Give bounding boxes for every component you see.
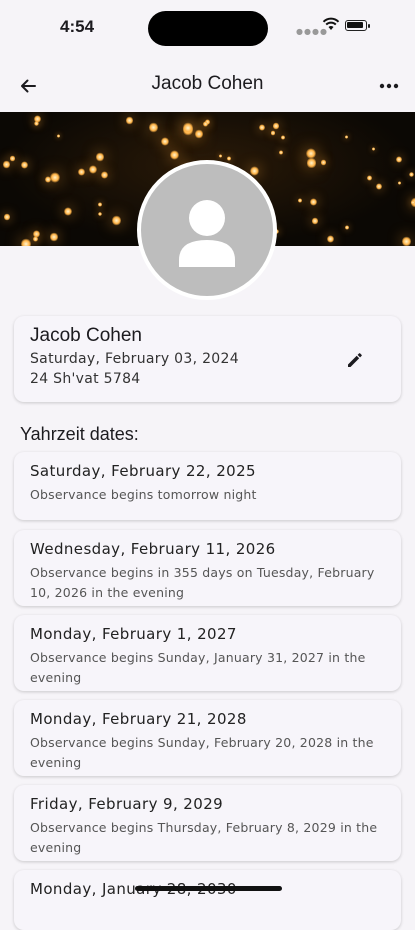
candle-light (218, 154, 223, 158)
candle-light (34, 121, 39, 127)
more-options-button[interactable] (375, 72, 403, 100)
yahrzeit-date: Saturday, February 22, 2025 (30, 462, 256, 480)
candle-light (33, 236, 38, 242)
candle-light (258, 123, 265, 131)
battery-tip (368, 24, 370, 28)
yahrzeit-card[interactable]: Wednesday, February 11, 2026 Observance … (14, 530, 401, 606)
dynamic-island (148, 11, 268, 46)
candle-light (396, 155, 403, 163)
candle-light (21, 161, 28, 169)
app-bar: Jacob Cohen (0, 62, 415, 108)
status-time: 4:54 (60, 17, 95, 36)
edit-button[interactable] (343, 348, 367, 372)
yahrzeit-date: Monday, February 1, 2027 (30, 625, 237, 643)
candle-light (326, 234, 334, 243)
candle-light (161, 136, 170, 146)
candle-light (311, 216, 318, 225)
candle-light (278, 149, 283, 155)
page-title: Jacob Cohen (151, 73, 264, 94)
candle-light (101, 171, 108, 180)
candle-light (306, 157, 317, 169)
profile-card: Jacob Cohen Saturday, February 03, 2024 … (14, 316, 401, 402)
yahrzeit-card[interactable]: Friday, February 9, 2029 Observance begi… (14, 785, 401, 861)
yahrzeit-card[interactable]: Saturday, February 22, 2025 Observance b… (14, 452, 401, 520)
candle-light (250, 165, 259, 176)
candle-light (202, 120, 209, 128)
yahrzeit-observance: Observance begins Thursday, February 8, … (30, 820, 378, 855)
candle-light (344, 224, 349, 230)
gregorian-date: Saturday, February 03, 2024 (30, 351, 239, 367)
yahrzeit-card[interactable]: Monday, February 1, 2027 Observance begi… (14, 615, 401, 691)
candle-light (297, 197, 303, 204)
more-horizontal-icon (379, 83, 399, 89)
candle-light (56, 134, 60, 138)
candle-light (409, 171, 414, 178)
candle-light (398, 180, 402, 185)
yahrzeit-observance: Observance begins tomorrow night (30, 487, 257, 502)
pencil-icon (348, 353, 362, 367)
home-indicator[interactable] (135, 886, 282, 891)
candle-light (20, 237, 31, 246)
candle-light (401, 236, 411, 246)
candle-light (3, 213, 10, 221)
candle-light (97, 202, 102, 207)
candle-light (272, 122, 280, 131)
candle-light (50, 171, 60, 184)
candle-light (182, 122, 193, 134)
person-icon (179, 200, 235, 267)
yahrzeit-card[interactable]: Monday, February 21, 2028 Observance beg… (14, 700, 401, 776)
candle-light (170, 150, 179, 161)
avatar[interactable] (137, 160, 277, 300)
candle-light (95, 151, 105, 162)
candle-light (371, 147, 376, 152)
candle-light (126, 115, 134, 125)
yahrzeit-card[interactable]: Monday, January 28, 2030 (14, 870, 401, 930)
yahrzeit-date: Friday, February 9, 2029 (30, 795, 224, 813)
candle-light (227, 156, 232, 162)
wifi-icon (322, 16, 340, 35)
hebrew-date: 24 Sh'vat 5784 (30, 371, 141, 387)
candle-light (49, 232, 58, 242)
candle-light (112, 214, 122, 226)
candle-light (2, 160, 10, 169)
battery-icon (345, 20, 367, 31)
status-bar: 4:54 ●●●● (0, 0, 415, 56)
yahrzeit-observance: Observance begins Sunday, January 31, 20… (30, 650, 366, 685)
yahrzeit-section-title: Yahrzeit dates: (20, 424, 139, 444)
yahrzeit-date: Monday, February 21, 2028 (30, 710, 247, 728)
yahrzeit-observance: Observance begins Sunday, February 20, 2… (30, 735, 374, 770)
candle-light (98, 211, 103, 217)
yahrzeit-observance: Observance begins in 355 days on Tuesday… (30, 565, 375, 600)
candle-light (376, 182, 382, 190)
candle-light (64, 206, 72, 217)
candle-light (280, 134, 286, 140)
candle-light (320, 159, 327, 166)
candle-light (9, 155, 16, 162)
candle-light (45, 176, 52, 184)
candle-light (78, 168, 86, 177)
profile-name: Jacob Cohen (30, 325, 142, 346)
candle-light (194, 128, 204, 139)
candle-light (310, 197, 318, 207)
candle-light (344, 134, 348, 139)
candle-light (366, 175, 372, 181)
yahrzeit-date: Wednesday, February 11, 2026 (30, 540, 276, 558)
candle-light (149, 122, 159, 134)
candle-light (270, 130, 276, 136)
candle-light (89, 164, 98, 175)
